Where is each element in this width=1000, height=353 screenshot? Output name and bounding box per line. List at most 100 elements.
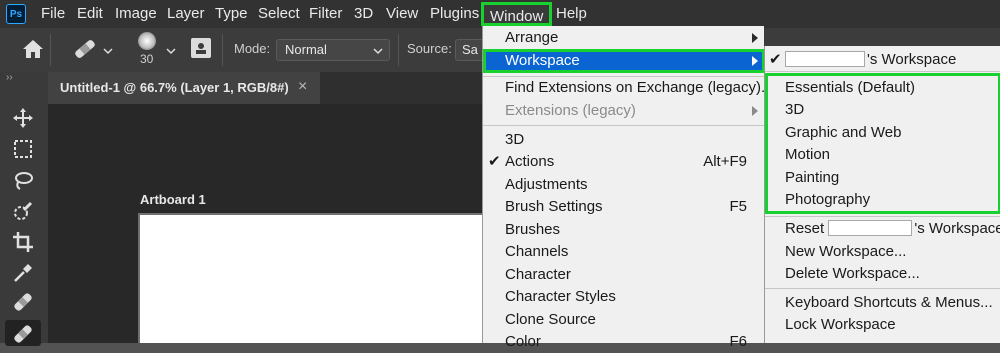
checkmark-icon: ✔ bbox=[769, 51, 782, 68]
menu-item-workspace[interactable]: Workspace bbox=[483, 49, 765, 73]
submenu-arrow-icon bbox=[752, 106, 758, 116]
workspace-item-label: Keyboard Shortcuts & Menus... bbox=[785, 294, 993, 311]
workspace-item-label: Lock Workspace bbox=[785, 316, 896, 333]
quick-selection-tool-icon[interactable] bbox=[10, 199, 36, 223]
mode-chevron-icon bbox=[373, 41, 383, 61]
brush-size-value: 30 bbox=[140, 52, 154, 66]
close-icon[interactable]: × bbox=[298, 78, 307, 96]
workspace-item-painting[interactable]: Painting bbox=[765, 167, 1000, 189]
lasso-tool-icon[interactable] bbox=[10, 168, 36, 192]
menu-item-3d[interactable]: 3D bbox=[483, 129, 765, 151]
healing-brush-tool-icon[interactable] bbox=[10, 290, 36, 314]
menu-type[interactable]: Type bbox=[215, 0, 248, 28]
clone-source-icon[interactable] bbox=[191, 38, 211, 58]
menu-item-clone-source[interactable]: Clone Source bbox=[483, 309, 765, 331]
tools-panel: ›› bbox=[0, 72, 49, 346]
menu-item-label: Arrange bbox=[505, 29, 559, 46]
menu-item-character[interactable]: Character bbox=[483, 264, 765, 286]
workspace-item-current[interactable]: ✔ 's Workspace bbox=[765, 49, 1000, 71]
workspace-item-reset[interactable]: Reset 's Workspace bbox=[765, 218, 1000, 240]
menu-filter[interactable]: Filter bbox=[309, 0, 342, 28]
menu-select[interactable]: Select bbox=[258, 0, 300, 28]
source-label: Source: bbox=[407, 41, 452, 56]
bandage-active-tool-icon[interactable] bbox=[12, 323, 34, 350]
menu-item-character-styles[interactable]: Character Styles bbox=[483, 286, 765, 308]
menu-item-label: Adjustments bbox=[505, 176, 588, 193]
menu-item-label: Color bbox=[505, 333, 541, 350]
eyedropper-tool-icon[interactable] bbox=[10, 261, 36, 285]
mode-label: Mode: bbox=[234, 41, 271, 56]
menu-item-brush-settings[interactable]: Brush Settings F5 bbox=[483, 196, 765, 218]
workspace-item-keyboard-shortcuts[interactable]: Keyboard Shortcuts & Menus... bbox=[765, 292, 1000, 314]
menu-item-arrange[interactable]: Arrange bbox=[483, 27, 765, 49]
move-tool-icon[interactable] bbox=[10, 106, 36, 130]
brush-preview-icon[interactable] bbox=[138, 32, 156, 50]
active-tool-slot[interactable] bbox=[5, 320, 41, 346]
menu-item-label: Workspace bbox=[505, 52, 580, 69]
artboard-label[interactable]: Artboard 1 bbox=[140, 192, 206, 207]
menu-item-label: Actions bbox=[505, 153, 555, 170]
workspace-item-photography[interactable]: Photography bbox=[765, 189, 1000, 211]
workspace-item-label: Motion bbox=[785, 146, 831, 163]
workspace-item-label: Reset bbox=[785, 220, 825, 237]
photoshop-logo-icon: Ps bbox=[6, 4, 26, 24]
home-icon[interactable] bbox=[22, 39, 44, 64]
workspace-name-redacted bbox=[828, 219, 913, 236]
menu-item-label: Character Styles bbox=[505, 288, 616, 305]
artboard-canvas[interactable] bbox=[138, 213, 482, 343]
menu-image[interactable]: Image bbox=[115, 0, 157, 28]
mode-select[interactable]: Normal bbox=[276, 39, 390, 61]
menu-item-shortcut: F5 bbox=[729, 198, 747, 215]
menu-layer[interactable]: Layer bbox=[167, 0, 205, 28]
workspace-item-essentials[interactable]: Essentials (Default) bbox=[765, 77, 1000, 99]
workspace-item-new[interactable]: New Workspace... bbox=[765, 241, 1000, 263]
chevron-down-icon[interactable] bbox=[103, 42, 113, 60]
menu-item-shortcut: Alt+F9 bbox=[703, 153, 747, 170]
submenu-arrow-icon bbox=[752, 56, 758, 66]
submenu-arrow-icon bbox=[752, 33, 758, 43]
bandage-tool-icon[interactable] bbox=[72, 38, 98, 65]
menu-plugins[interactable]: Plugins bbox=[430, 0, 479, 28]
workspace-item-label: Painting bbox=[785, 169, 840, 186]
workspace-item-delete[interactable]: Delete Workspace... bbox=[765, 263, 1000, 285]
workspace-item-label: Photography bbox=[785, 191, 871, 208]
marquee-tool-icon[interactable] bbox=[10, 137, 36, 161]
menu-item-channels[interactable]: Channels bbox=[483, 241, 765, 263]
menu-3d[interactable]: 3D bbox=[354, 0, 373, 28]
menu-item-label: Find Extensions on Exchange (legacy)... bbox=[505, 79, 774, 96]
crop-tool-icon[interactable] bbox=[10, 230, 36, 254]
source-value: Sa bbox=[462, 42, 478, 57]
brush-chevron-icon[interactable] bbox=[166, 42, 176, 60]
workspace-item-motion[interactable]: Motion bbox=[765, 144, 1000, 166]
menu-file[interactable]: File bbox=[41, 0, 65, 28]
menu-item-actions[interactable]: ✔ Actions Alt+F9 bbox=[483, 151, 765, 173]
workspace-item-label: Essentials (Default) bbox=[785, 79, 916, 96]
menu-item-shortcut: F6 bbox=[729, 333, 747, 350]
menu-help[interactable]: Help bbox=[556, 0, 587, 28]
menu-window[interactable]: Window bbox=[481, 2, 553, 26]
workspace-item-label: 's Workspace bbox=[914, 220, 1000, 237]
checkmark-icon: ✔ bbox=[488, 153, 501, 170]
workspace-item-label: New Workspace... bbox=[785, 243, 907, 260]
menu-separator bbox=[765, 71, 1000, 72]
menu-item-label: Channels bbox=[505, 243, 569, 260]
panel-collapse-icon[interactable]: ›› bbox=[6, 72, 13, 83]
menu-item-adjustments[interactable]: Adjustments bbox=[483, 174, 765, 196]
source-select[interactable]: Sa bbox=[455, 39, 482, 61]
workspace-item-graphic-and-web[interactable]: Graphic and Web bbox=[765, 122, 1000, 144]
document-tab[interactable]: Untitled-1 @ 66.7% (Layer 1, RGB/8#) × bbox=[48, 72, 320, 104]
workspace-item-label: Graphic and Web bbox=[785, 124, 902, 141]
workspace-item-label: 's Workspace bbox=[867, 51, 957, 68]
workspace-item-lock[interactable]: Lock Workspace bbox=[765, 314, 1000, 336]
menu-item-color[interactable]: Color F6 bbox=[483, 331, 765, 353]
menu-item-find-extensions[interactable]: Find Extensions on Exchange (legacy)... bbox=[483, 77, 773, 99]
menu-item-label: Character bbox=[505, 266, 571, 283]
menu-edit[interactable]: Edit bbox=[77, 0, 103, 28]
workspace-item-3d[interactable]: 3D bbox=[765, 99, 1000, 121]
workspace-submenu: ✔ 's Workspace Essentials (Default) 3D G… bbox=[764, 46, 1000, 343]
menu-separator bbox=[483, 125, 765, 126]
menu-separator bbox=[765, 288, 1000, 289]
menu-item-brushes[interactable]: Brushes bbox=[483, 219, 765, 241]
menu-view[interactable]: View bbox=[386, 0, 418, 28]
mode-value: Normal bbox=[285, 42, 327, 57]
